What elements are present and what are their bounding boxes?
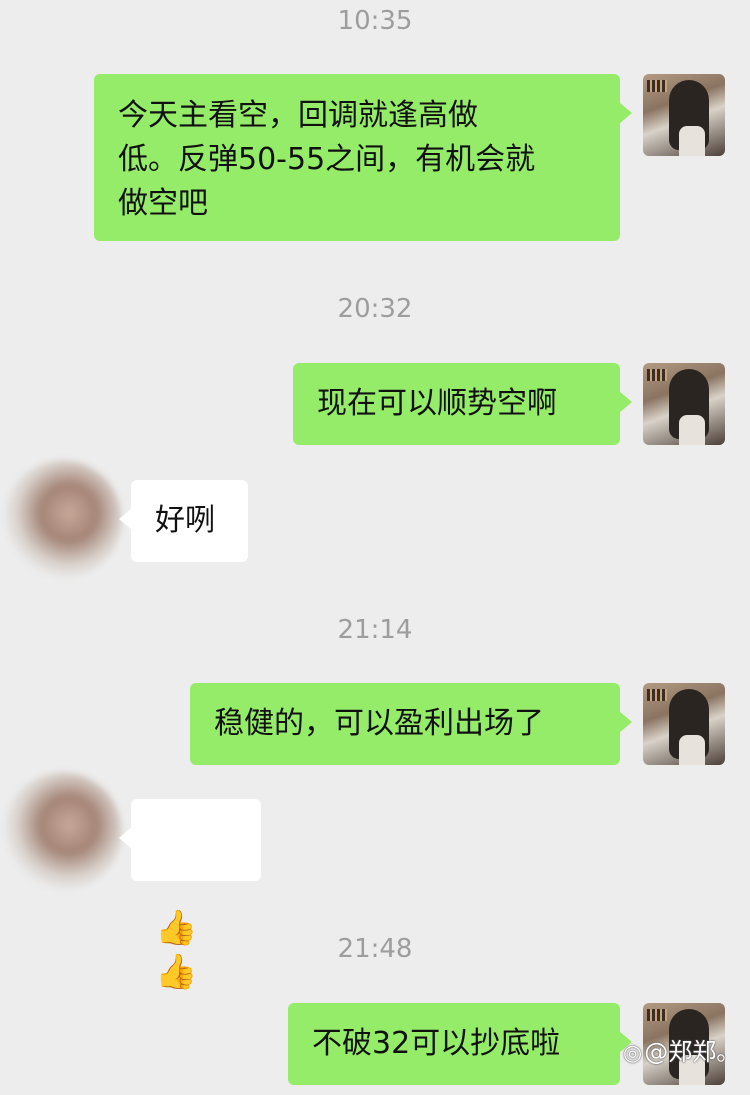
avatar-background xyxy=(647,689,667,701)
avatar-background xyxy=(647,369,667,381)
avatar-figure-body xyxy=(679,126,705,156)
message-bubble-sent[interactable]: 现在可以顺势空啊 xyxy=(293,363,632,445)
message-bubble-received[interactable]: 👍👍 xyxy=(119,799,261,992)
timestamp: 10:35 xyxy=(337,6,413,36)
avatar-background xyxy=(647,80,667,92)
avatar-figure-body xyxy=(679,415,705,445)
timestamp: 21:48 xyxy=(337,934,413,964)
watermark-text: @郑郑。 xyxy=(644,1038,741,1066)
timestamp: 20:32 xyxy=(337,294,413,324)
weibo-icon: ◎ xyxy=(623,1041,643,1066)
watermark: ◎@郑郑。 xyxy=(623,1032,740,1067)
avatar-background xyxy=(647,1009,667,1021)
my-avatar[interactable] xyxy=(643,363,725,445)
my-avatar[interactable] xyxy=(643,683,725,765)
message-bubble-sent[interactable]: 不破32可以抄底啦 xyxy=(288,1003,632,1085)
message-bubble-received[interactable]: 好咧 xyxy=(119,480,248,562)
my-avatar[interactable] xyxy=(643,74,725,156)
message-bubble-sent[interactable]: 今天主看空，回调就逢高做 低。反弹50-55之间，有机会就 做空吧 xyxy=(94,74,632,241)
contact-avatar[interactable] xyxy=(4,460,122,578)
contact-avatar[interactable] xyxy=(4,772,122,890)
avatar-figure-body xyxy=(679,735,705,765)
message-bubble-sent[interactable]: 稳健的，可以盈利出场了 xyxy=(190,683,632,765)
timestamp: 21:14 xyxy=(337,615,413,645)
